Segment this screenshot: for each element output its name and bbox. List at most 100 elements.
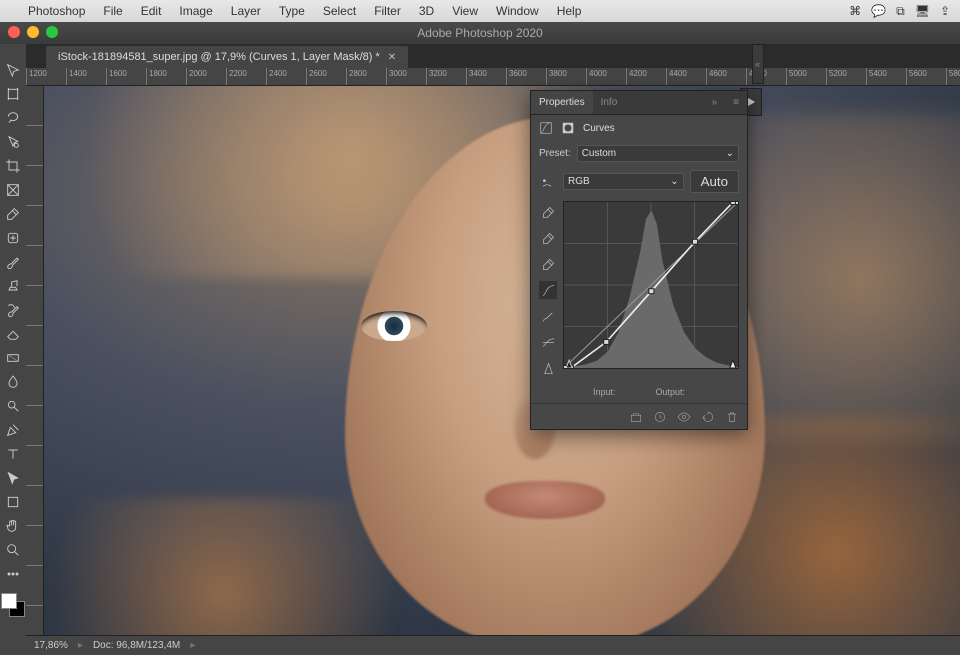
clip-to-layer-icon[interactable] xyxy=(629,410,643,424)
ruler-tick: 5200 xyxy=(826,68,866,85)
tab-info[interactable]: Info xyxy=(593,91,626,114)
ruler-tick: 3400 xyxy=(466,68,506,85)
ruler-tick: 4000 xyxy=(586,68,626,85)
move-tool[interactable] xyxy=(0,59,26,81)
type-tool[interactable] xyxy=(0,443,26,465)
foreground-color-swatch[interactable] xyxy=(1,593,17,609)
ruler-tick: 2800 xyxy=(346,68,386,85)
canvas[interactable] xyxy=(44,86,960,635)
ruler-tick: 1400 xyxy=(66,68,106,85)
menu-window[interactable]: Window xyxy=(496,4,539,18)
tray-screen-icon[interactable]: ⧉ xyxy=(896,4,905,19)
ruler-tick: 2600 xyxy=(306,68,346,85)
curves-graph[interactable] xyxy=(563,201,739,369)
healing-brush-tool[interactable] xyxy=(0,227,26,249)
brush-tool[interactable] xyxy=(0,251,26,273)
zoom-tool[interactable] xyxy=(0,539,26,561)
menu-edit[interactable]: Edit xyxy=(141,4,162,18)
menu-filter[interactable]: Filter xyxy=(374,4,401,18)
ruler-tick: 2000 xyxy=(186,68,226,85)
panel-collapse-icon[interactable]: » xyxy=(704,91,726,114)
canvas-artwork xyxy=(44,86,960,635)
ruler-tick: 1200 xyxy=(26,68,66,85)
toggle-visibility-icon[interactable] xyxy=(677,410,691,424)
clip-options-icon[interactable] xyxy=(539,359,557,377)
reset-icon[interactable] xyxy=(701,410,715,424)
ruler-tick: 4200 xyxy=(626,68,666,85)
tray-chat-icon[interactable]: 💬 xyxy=(871,4,886,19)
tools-panel xyxy=(0,44,26,655)
foreground-background-swatches[interactable] xyxy=(1,593,25,617)
eyedropper-tool[interactable] xyxy=(0,203,26,225)
ruler-tick: 5400 xyxy=(866,68,906,85)
document-tab-label: iStock-181894581_super.jpg @ 17,9% (Curv… xyxy=(58,51,380,63)
dodge-tool[interactable] xyxy=(0,395,26,417)
ruler-tick: 5000 xyxy=(786,68,826,85)
ruler-tick: 1800 xyxy=(146,68,186,85)
document-tabstrip: iStock-181894581_super.jpg @ 17,9% (Curv… xyxy=(26,44,960,68)
ruler-tick: 3000 xyxy=(386,68,426,85)
mac-tray: ⌘ 💬 ⧉ 🖥 ⇪ xyxy=(849,4,950,19)
ruler-tick: 3600 xyxy=(506,68,546,85)
targeted-adjustment-icon[interactable] xyxy=(539,174,557,190)
status-doc-size[interactable]: Doc: 96,8M/123,4M xyxy=(93,640,180,651)
ruler-vertical[interactable] xyxy=(26,86,44,635)
tab-properties[interactable]: Properties xyxy=(531,91,593,114)
gradient-tool[interactable] xyxy=(0,347,26,369)
draw-curve-icon[interactable] xyxy=(539,307,557,325)
path-select-tool[interactable] xyxy=(0,467,26,489)
menu-file[interactable]: File xyxy=(103,4,122,18)
menu-photoshop[interactable]: Photoshop xyxy=(28,4,85,18)
quick-select-tool[interactable] xyxy=(0,131,26,153)
ruler-horizontal[interactable]: 1200140016001800200022002400260028003000… xyxy=(26,68,960,86)
smooth-curve-icon[interactable] xyxy=(539,333,557,351)
menu-3d[interactable]: 3D xyxy=(419,4,434,18)
ruler-tick: 2200 xyxy=(226,68,266,85)
window-zoom-button[interactable] xyxy=(46,26,58,38)
preset-select[interactable]: Custom⌄ xyxy=(577,145,739,162)
edit-points-icon[interactable] xyxy=(539,281,557,299)
menu-select[interactable]: Select xyxy=(323,4,356,18)
previous-state-icon[interactable] xyxy=(653,410,667,424)
properties-type-label: Curves xyxy=(583,123,615,134)
mask-mode-icon[interactable] xyxy=(561,121,575,135)
panel-collapse-handle[interactable] xyxy=(752,44,764,84)
document-tab[interactable]: iStock-181894581_super.jpg @ 17,9% (Curv… xyxy=(46,46,408,68)
hand-tool[interactable] xyxy=(0,515,26,537)
black-eyedropper-icon[interactable] xyxy=(539,255,557,273)
window-titlebar: Adobe Photoshop 2020 xyxy=(0,22,960,44)
close-tab-icon[interactable]: ✕ xyxy=(388,52,396,63)
frame-tool[interactable] xyxy=(0,179,26,201)
gray-eyedropper-icon[interactable] xyxy=(539,229,557,247)
pen-tool[interactable] xyxy=(0,419,26,441)
menu-layer[interactable]: Layer xyxy=(231,4,261,18)
lasso-tool[interactable] xyxy=(0,107,26,129)
edit-toolbar[interactable] xyxy=(0,563,26,585)
menu-view[interactable]: View xyxy=(452,4,478,18)
eraser-tool[interactable] xyxy=(0,323,26,345)
window-close-button[interactable] xyxy=(8,26,20,38)
shape-tool[interactable] xyxy=(0,491,26,513)
blur-tool[interactable] xyxy=(0,371,26,393)
tray-cc-icon[interactable]: ⌘ xyxy=(849,4,861,19)
history-brush-tool[interactable] xyxy=(0,299,26,321)
panel-menu-icon[interactable]: ≡ xyxy=(725,91,747,114)
crop-tool[interactable] xyxy=(0,155,26,177)
status-zoom[interactable]: 17,86% xyxy=(34,640,68,651)
tray-display-icon[interactable]: 🖥 xyxy=(915,4,930,19)
auto-button[interactable]: Auto xyxy=(690,170,739,193)
delete-adjustment-icon[interactable] xyxy=(725,410,739,424)
ruler-tick: 4600 xyxy=(706,68,746,85)
menu-image[interactable]: Image xyxy=(179,4,212,18)
menu-help[interactable]: Help xyxy=(557,4,582,18)
artboard-tool[interactable] xyxy=(0,83,26,105)
window-minimize-button[interactable] xyxy=(27,26,39,38)
white-eyedropper-icon[interactable] xyxy=(539,203,557,221)
menu-type[interactable]: Type xyxy=(279,4,305,18)
clone-stamp-tool[interactable] xyxy=(0,275,26,297)
ruler-tick: 1600 xyxy=(106,68,146,85)
document-area: iStock-181894581_super.jpg @ 17,9% (Curv… xyxy=(26,44,960,655)
tray-wifi-icon[interactable]: ⇪ xyxy=(940,4,950,19)
mac-menubar: Photoshop File Edit Image Layer Type Sel… xyxy=(0,0,960,22)
channel-select[interactable]: RGB⌄ xyxy=(563,173,684,190)
